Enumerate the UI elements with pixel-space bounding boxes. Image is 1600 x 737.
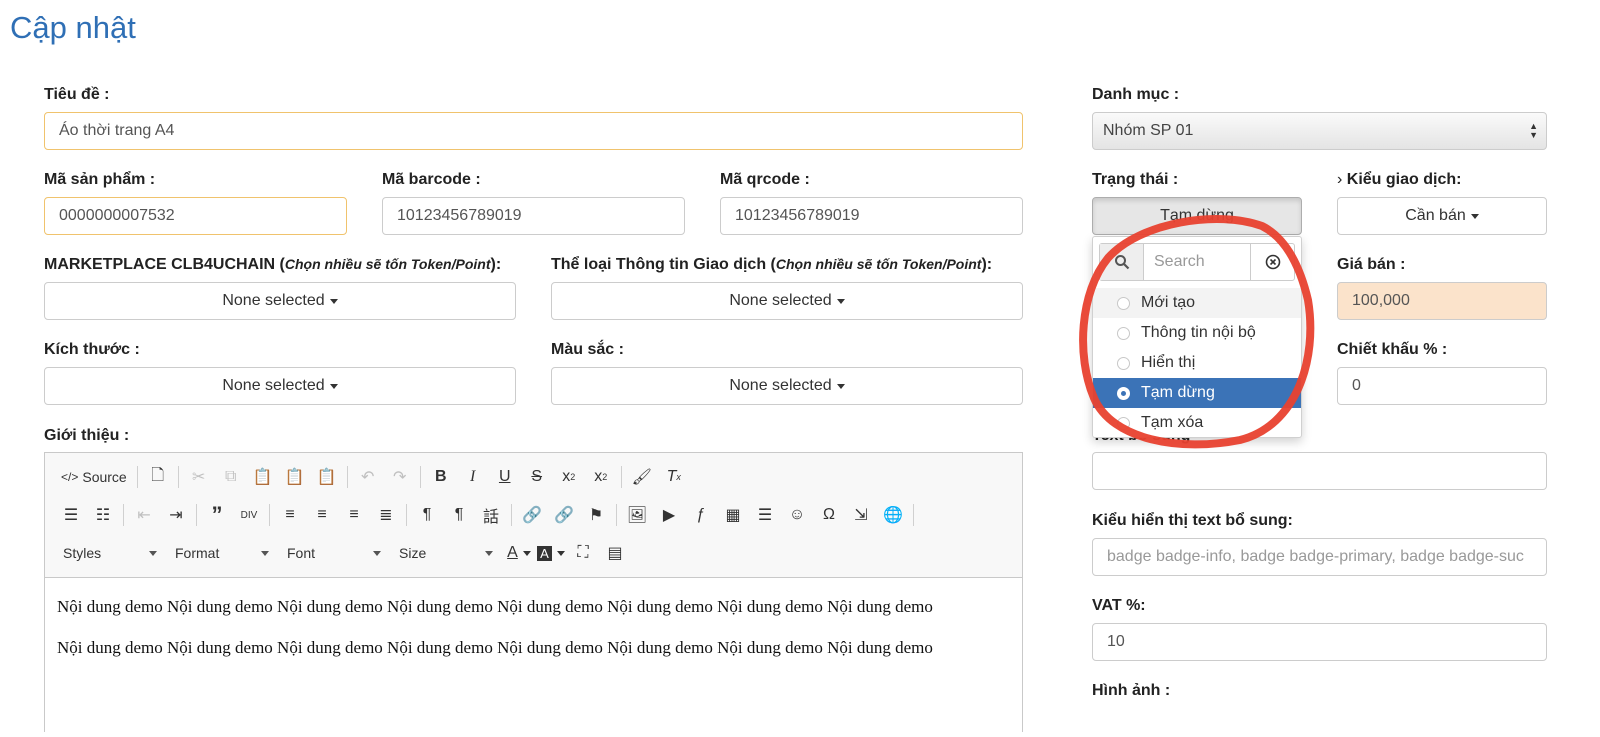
annotation-circle (1079, 215, 1315, 449)
